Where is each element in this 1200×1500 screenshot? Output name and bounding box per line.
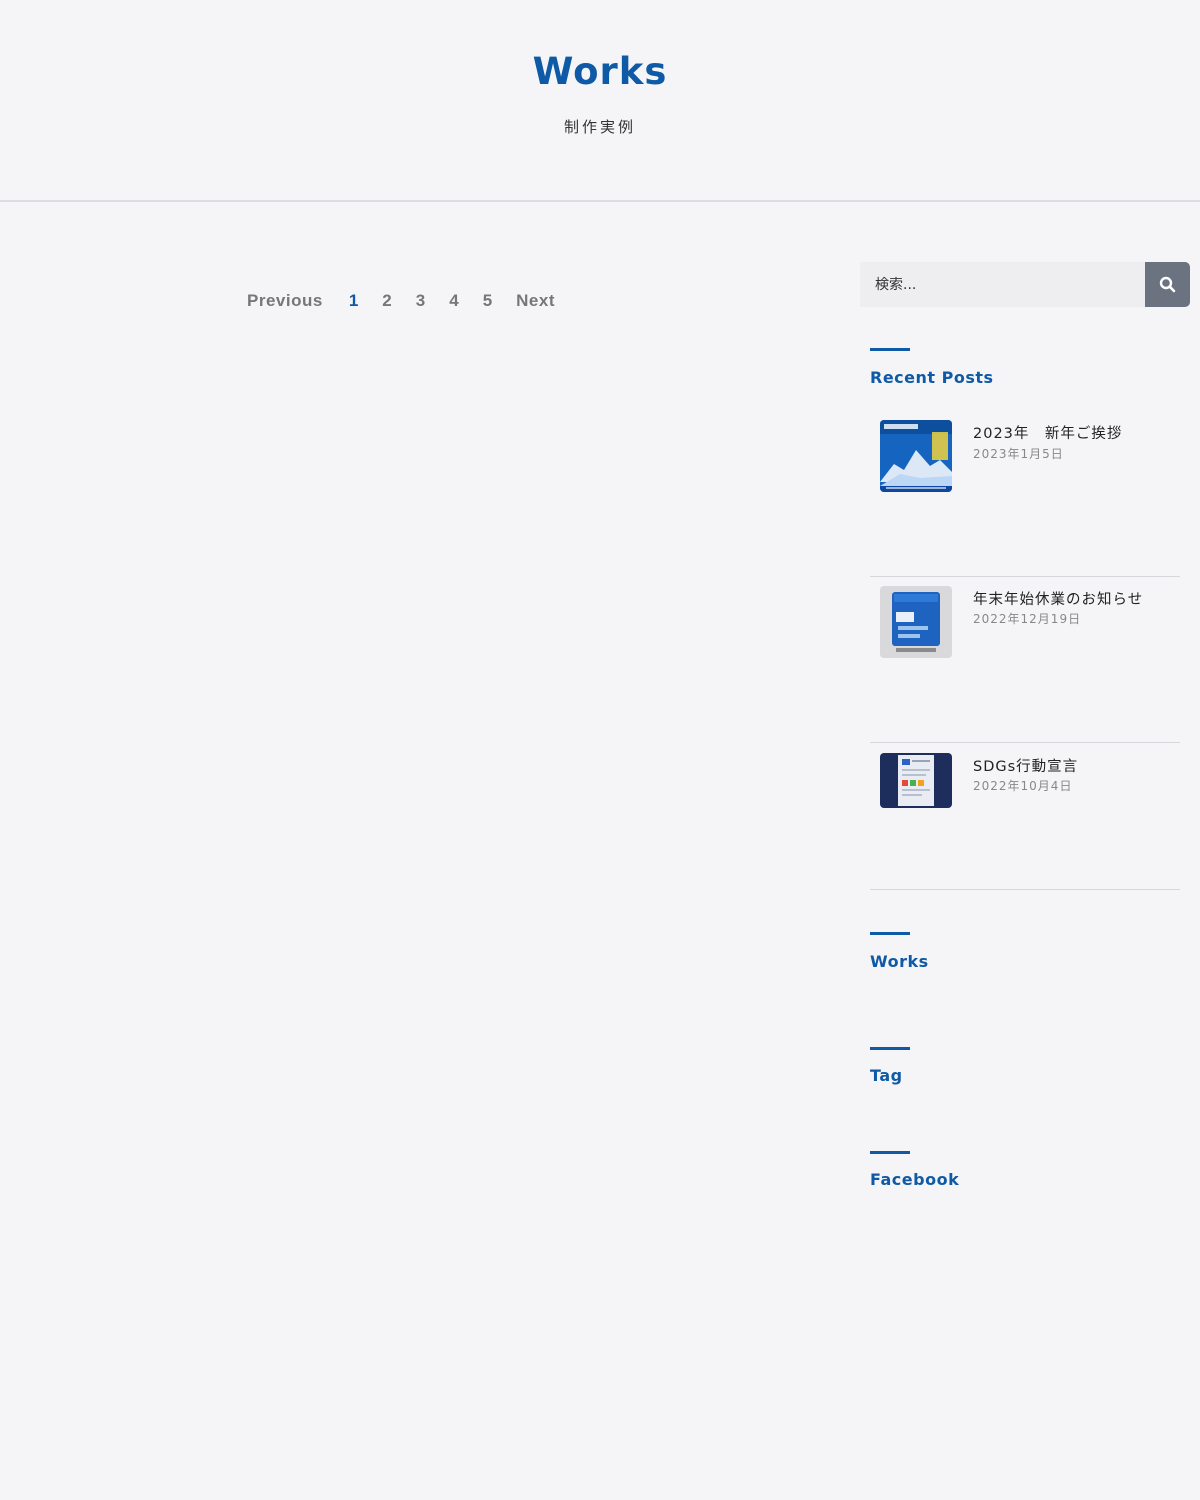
post-title[interactable]: SDGs行動宣言 — [973, 755, 1078, 776]
post-divider — [870, 742, 1180, 743]
post-date: 2022年12月19日 — [973, 612, 1082, 626]
post-title[interactable]: 2023年 新年ご挨拶 — [973, 422, 1122, 443]
tag-widget-title: Tag — [870, 1066, 903, 1085]
recent-posts-title: Recent Posts — [870, 368, 994, 387]
works-accent-bar — [870, 932, 910, 935]
recent-posts-accent-bar — [870, 348, 910, 351]
post-thumbnail-year-end[interactable] — [880, 586, 952, 658]
pagination-next-link[interactable]: Next — [516, 291, 555, 311]
search-icon — [1159, 276, 1176, 293]
post-thumbnail-new-year[interactable] — [880, 420, 952, 492]
post-thumbnail-sdgs[interactable] — [880, 753, 952, 808]
pagination-page-4[interactable]: 4 — [449, 291, 458, 311]
header-divider — [0, 200, 1200, 202]
works-widget-title: Works — [870, 952, 929, 971]
pagination-page-2[interactable]: 2 — [382, 291, 391, 311]
facebook-accent-bar — [870, 1151, 910, 1154]
search-form — [860, 262, 1190, 307]
post-title[interactable]: 年末年始休業のお知らせ — [973, 588, 1143, 609]
pagination-page-3[interactable]: 3 — [416, 291, 425, 311]
post-date: 2023年1月5日 — [973, 447, 1064, 461]
tag-accent-bar — [870, 1047, 910, 1050]
facebook-widget-title: Facebook — [870, 1170, 960, 1189]
pagination-page-5[interactable]: 5 — [483, 291, 492, 311]
page-hero: Works 制作実例 — [0, 0, 1200, 200]
recent-post-item[interactable]: 年末年始休業のお知らせ 2022年12月19日 — [870, 586, 1180, 666]
recent-post-item[interactable]: 2023年 新年ご挨拶 2023年1月5日 — [870, 420, 1180, 500]
page-title: Works — [532, 50, 668, 93]
pagination: Previous 1 2 3 4 5 Next — [247, 290, 555, 312]
page-subtitle: 制作実例 — [563, 118, 636, 136]
post-divider — [870, 576, 1180, 577]
pagination-page-1[interactable]: 1 — [349, 291, 358, 311]
post-date: 2022年10月4日 — [973, 779, 1073, 793]
search-button[interactable] — [1145, 262, 1190, 307]
search-input[interactable] — [860, 262, 1145, 307]
pagination-previous-link[interactable]: Previous — [247, 291, 323, 311]
post-divider — [870, 889, 1180, 890]
recent-post-item[interactable]: SDGs行動宣言 2022年10月4日 — [870, 753, 1180, 809]
